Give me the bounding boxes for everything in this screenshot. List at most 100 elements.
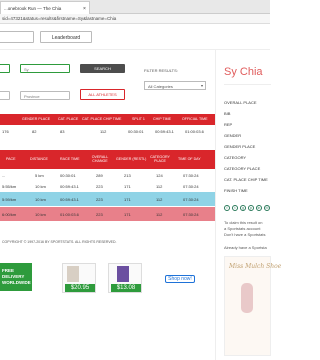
facebook-icon[interactable]: f [224, 205, 230, 211]
split-time-of-day: 07:30:24 [183, 184, 199, 189]
col-category-place: CATEGORY PLACE [150, 155, 170, 163]
claim-text: a Sportstats account [224, 226, 261, 231]
claim-text: Don't have a Sportstats [224, 232, 266, 237]
twitter-icon[interactable]: t [232, 205, 238, 211]
result-split1: 00:30:01 [128, 129, 144, 134]
split-category: 124 [156, 173, 163, 178]
split-category: 112 [156, 212, 163, 217]
split-race-time: 00:30:01 [60, 173, 76, 178]
result-gender-place: 82 [32, 129, 37, 134]
split-row-finish: 6:00/km 10 km 01:00:03.6 223 171 112 07:… [0, 207, 215, 221]
leaderboard-button[interactable]: Leaderboard [40, 31, 92, 43]
split-category: 112 [156, 197, 163, 202]
athlete-sidebar: Sy Chia OVERALL PLACE BIB REP GENDER GEN… [215, 50, 281, 360]
splits-table-header: PACE DISTANCE RACE TIME OVERALL CHANGE G… [0, 150, 215, 169]
sidebar-field: GENDER PLACE [224, 144, 256, 149]
category-select-value: All Categories [148, 84, 173, 89]
split-pace: 5:55/km [2, 184, 17, 189]
province-placeholder: Province [24, 94, 40, 99]
sidebar-field: REP [224, 122, 233, 127]
split-row: ... 5 km 00:30:01 289 213 124 07:30:24 [0, 170, 215, 180]
split-gender: 213 [124, 173, 131, 178]
split-distance: 10 km [35, 184, 46, 189]
split-distance: 5 km [35, 173, 44, 178]
split-category: 112 [156, 184, 163, 189]
divider [224, 84, 271, 85]
sidebar-field: BIB [224, 111, 231, 116]
ad-banner[interactable]: FREE DELIVERY WORLDWIDE $20.95 $13.08 Sh… [0, 256, 215, 306]
filter-label: FILTER RESULTS: [144, 68, 178, 73]
shop-now-button[interactable]: Shop now! [165, 275, 195, 283]
col-official-time: OFFICIAL TIME [182, 117, 208, 121]
last-name-field[interactable]: Sy [20, 64, 70, 73]
split-race-time: 01:00:03.6 [60, 212, 79, 217]
product-image [67, 266, 79, 282]
province-field[interactable]: Province [20, 91, 70, 100]
browser-tab-bar: ...onebrook Run — The Chia × [0, 0, 270, 14]
already-have-account-text: Already have a Sportsta [224, 245, 267, 250]
results-table-header: GENDER PLACE CAT. PLACE CAT. PLACE CHIP … [0, 114, 215, 125]
linkedin-icon[interactable]: in [256, 205, 262, 211]
tab-close-icon[interactable]: × [83, 6, 86, 12]
split-race-time: 00:59:43.1 [60, 197, 79, 202]
copyright-footer: COPYRIGHT © 1997-2016 BY SPORTSTATS. ALL… [2, 240, 117, 244]
split-gender: 171 [124, 212, 131, 217]
col-pace: PACE [6, 157, 16, 161]
search-button[interactable]: SEARCH [80, 64, 125, 73]
split-race-time: 00:59:43.1 [60, 184, 79, 189]
nav-bar: Leaderboard [0, 24, 270, 50]
result-official-time: 01:00:03.6 [185, 129, 204, 134]
address-bar[interactable]: sid=47321&status=results&firstname=Sy&la… [0, 14, 270, 24]
sidebar-field: FINISH TIME [224, 188, 248, 193]
split-overall: 223 [96, 212, 103, 217]
col-time-of-day: TIME OF DAY [178, 157, 201, 161]
split-pace: ... [2, 173, 6, 178]
col-race-time: RACE TIME [60, 157, 80, 161]
split-overall: 223 [96, 184, 103, 189]
split-gender: 171 [124, 197, 131, 202]
split-pace: 5:59/km [2, 197, 17, 202]
split-pace: 6:00/km [2, 212, 17, 217]
split-time-of-day: 07:30:24 [183, 197, 199, 202]
result-cat-chip: 112 [100, 129, 107, 134]
split-distance: 10 km [35, 197, 46, 202]
split-overall: 289 [96, 173, 103, 178]
sidebar-field: CATEGORY [224, 155, 247, 160]
result-cat-place: 83 [60, 129, 65, 134]
claim-text: To claim this result on [224, 220, 263, 225]
sidebar-field: CAT. PLACE CHIP TIME [224, 177, 268, 182]
col-chip-time: CHIP TIME [153, 117, 172, 121]
google-plus-icon[interactable]: g [240, 205, 246, 211]
col-gender: GENDER (RESTL) [116, 157, 147, 161]
sidebar-field: OVERALL PLACE [224, 100, 257, 105]
col-cat-place: CAT. PLACE [58, 117, 79, 121]
split-distance: 10 km [35, 212, 46, 217]
ad-product-1[interactable]: $20.95 [62, 263, 96, 293]
tab-title: ...onebrook Run — The Chia [4, 6, 62, 11]
ad-product-2[interactable]: $13.08 [108, 263, 142, 293]
col-distance: DISTANCE [30, 157, 48, 161]
brand-logo: Miss Mulch Shoe [229, 263, 282, 270]
split-gender: 171 [124, 184, 131, 189]
shoe-image [241, 283, 253, 313]
nav-button-partial[interactable] [0, 31, 34, 43]
sidebar-ad[interactable]: Miss Mulch Shoe [224, 256, 281, 356]
col-split1: SPLIT 1 [132, 117, 145, 121]
email-icon[interactable]: ✉ [264, 205, 270, 211]
split-time-of-day: 07:30:24 [183, 212, 199, 217]
city-field[interactable] [0, 91, 10, 100]
col-gender-place: GENDER PLACE [22, 117, 51, 121]
split-time-of-day: 07:30:24 [183, 173, 199, 178]
category-select[interactable]: All Categories ▾ [144, 81, 206, 90]
col-overall-change: OVERALL CHANGE [91, 155, 109, 163]
product-image [117, 266, 129, 282]
browser-tab[interactable]: ...onebrook Run — The Chia × [0, 1, 90, 14]
ad-price-1: $20.95 [65, 284, 95, 292]
first-name-field[interactable] [0, 64, 10, 73]
result-overall: 176 [2, 129, 9, 134]
result-chip-time: 00:59:43.1 [155, 129, 174, 134]
ad-price-2: $13.08 [111, 284, 141, 292]
ad-banner-line: WORLDWIDE [2, 280, 31, 285]
pinterest-icon[interactable]: p [248, 205, 254, 211]
all-athletes-button[interactable]: ALL ATHLETES [80, 89, 125, 100]
